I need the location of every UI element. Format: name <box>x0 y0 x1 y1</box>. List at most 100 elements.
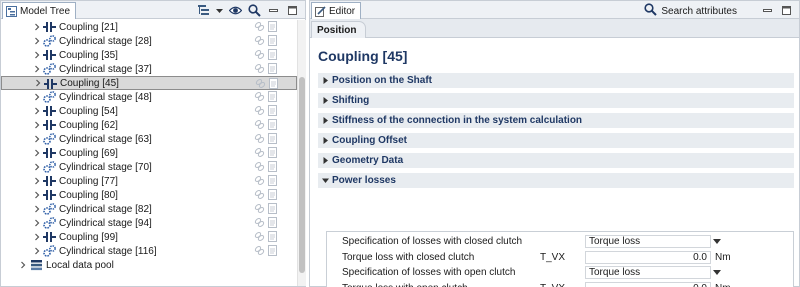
tree-item[interactable]: Coupling [54] <box>1 104 297 118</box>
report-doc-icon <box>268 105 278 119</box>
chevron-right-icon[interactable] <box>19 258 27 272</box>
chevron-right-icon[interactable] <box>33 174 41 188</box>
chevron-right-icon[interactable] <box>34 76 42 90</box>
report-doc-icon <box>268 63 278 77</box>
chevron-right-icon[interactable] <box>33 216 41 230</box>
chevron-right-icon[interactable] <box>33 48 41 62</box>
coupling-icon <box>43 147 56 159</box>
chevron-right-icon[interactable] <box>33 160 41 174</box>
tree-item-label: Coupling [54] <box>59 105 118 117</box>
tree-item[interactable]: Coupling [80] <box>1 188 297 202</box>
tree-item[interactable]: Coupling [62] <box>1 118 297 132</box>
tree-item[interactable]: Cylindrical stage [70] <box>1 160 297 174</box>
tree-item[interactable]: Cylindrical stage [63] <box>1 132 297 146</box>
minimize-icon[interactable] <box>267 4 280 17</box>
dropdown-arrow-icon[interactable] <box>711 235 723 248</box>
section-header[interactable]: Power losses <box>318 173 794 188</box>
dropdown-arrow-icon[interactable] <box>216 4 223 17</box>
section-header[interactable]: Shifting <box>318 93 794 108</box>
tree-scrollbar[interactable] <box>297 20 306 286</box>
editor-subtabs: Position <box>310 19 799 38</box>
maximize-icon[interactable] <box>780 4 793 17</box>
gear-stage-icon <box>43 217 56 229</box>
chevron-right-icon[interactable] <box>33 104 41 118</box>
model-tree-title: Model Tree <box>20 5 71 17</box>
tree-item-label: Cylindrical stage [48] <box>59 91 152 103</box>
torque-loss-input[interactable]: 0.0 <box>585 281 711 287</box>
node-status-icons <box>254 189 278 203</box>
report-doc-icon <box>268 35 278 49</box>
tree-item[interactable]: Coupling [21] <box>1 20 297 34</box>
tab-position[interactable]: Position <box>311 21 367 38</box>
loss-spec-select[interactable]: Torque loss <box>585 266 711 279</box>
link-chain-icon <box>254 231 265 245</box>
tree-item[interactable]: Coupling [35] <box>1 48 297 62</box>
coupling-icon <box>43 21 56 33</box>
gear-stage-icon <box>43 245 56 257</box>
tree-item-label: Cylindrical stage [70] <box>59 161 152 173</box>
torque-loss-input[interactable]: 0.0 <box>585 250 711 264</box>
node-status-icons <box>254 35 278 49</box>
tree-item-label: Cylindrical stage [82] <box>59 203 152 215</box>
tree-scroll-thumb[interactable] <box>299 77 305 273</box>
chevron-right-icon[interactable] <box>33 202 41 216</box>
eye-icon[interactable] <box>229 4 242 17</box>
tree-item-local-data-pool[interactable]: Local data pool <box>1 258 297 272</box>
tree-item[interactable]: Coupling [99] <box>1 230 297 244</box>
tree-item[interactable]: Cylindrical stage [48] <box>1 90 297 104</box>
loss-spec-select[interactable]: Torque loss <box>585 235 711 248</box>
link-chain-icon <box>254 147 265 161</box>
triangle-right-icon <box>318 133 332 148</box>
search-attributes-button[interactable]: Search attributes <box>644 3 737 19</box>
minimize-icon[interactable] <box>761 4 774 17</box>
chevron-right-icon[interactable] <box>33 90 41 104</box>
node-status-icons <box>254 231 278 245</box>
chevron-right-icon[interactable] <box>33 118 41 132</box>
section-title: Geometry Data <box>332 155 404 166</box>
section-header[interactable]: Position on the Shaft <box>318 73 794 88</box>
chevron-right-icon[interactable] <box>33 132 41 146</box>
section-header[interactable]: Geometry Data <box>318 153 794 168</box>
tree-item[interactable]: Coupling [77] <box>1 174 297 188</box>
model-tree-pane: Model Tree Coupling [21] Cylindrical stag… <box>0 0 306 287</box>
coupling-icon <box>43 189 56 201</box>
section-title: Power losses <box>332 175 396 186</box>
link-chain-icon <box>254 63 265 77</box>
section-header[interactable]: Coupling Offset <box>318 133 794 148</box>
chevron-right-icon[interactable] <box>33 34 41 48</box>
search-icon[interactable] <box>248 3 261 17</box>
link-chain-icon <box>254 189 265 203</box>
chevron-right-icon[interactable] <box>33 188 41 202</box>
tree-item[interactable]: Cylindrical stage [82] <box>1 202 297 216</box>
chevron-right-icon[interactable] <box>33 62 41 76</box>
model-tree-tab[interactable]: Model Tree <box>2 2 77 19</box>
chevron-right-icon[interactable] <box>33 230 41 244</box>
dropdown-arrow-icon[interactable] <box>711 266 723 279</box>
tree-item[interactable]: Coupling [45] <box>1 76 297 90</box>
link-chain-icon <box>254 21 265 35</box>
editor-tab[interactable]: Editor <box>311 2 362 19</box>
chevron-right-icon[interactable] <box>33 20 41 34</box>
tree-item[interactable]: Cylindrical stage [28] <box>1 34 297 48</box>
node-status-icons <box>254 63 278 77</box>
coupling-icon <box>43 175 56 187</box>
tree-item-label: Coupling [45] <box>60 77 119 89</box>
property-unit: Nm <box>715 283 731 287</box>
maximize-icon[interactable] <box>286 4 299 17</box>
tree-layout-icon[interactable] <box>197 4 210 17</box>
section-title: Shifting <box>332 95 370 106</box>
gear-stage-icon <box>43 203 56 215</box>
tree-item[interactable]: Cylindrical stage [94] <box>1 216 297 230</box>
data-pool-icon <box>30 259 43 271</box>
link-chain-icon <box>254 119 265 133</box>
tree-item-label: Cylindrical stage [37] <box>59 63 152 75</box>
node-status-icons <box>254 217 278 231</box>
chevron-right-icon[interactable] <box>33 244 41 258</box>
tree-item[interactable]: Cylindrical stage [37] <box>1 62 297 76</box>
tree-item[interactable]: Coupling [69] <box>1 146 297 160</box>
tree-item[interactable]: Cylindrical stage [116] <box>1 244 297 258</box>
tree-item-label: Coupling [35] <box>59 49 118 61</box>
section-header[interactable]: Stiffness of the connection in the syste… <box>318 113 794 128</box>
chevron-right-icon[interactable] <box>33 146 41 160</box>
node-status-icons <box>254 91 278 105</box>
